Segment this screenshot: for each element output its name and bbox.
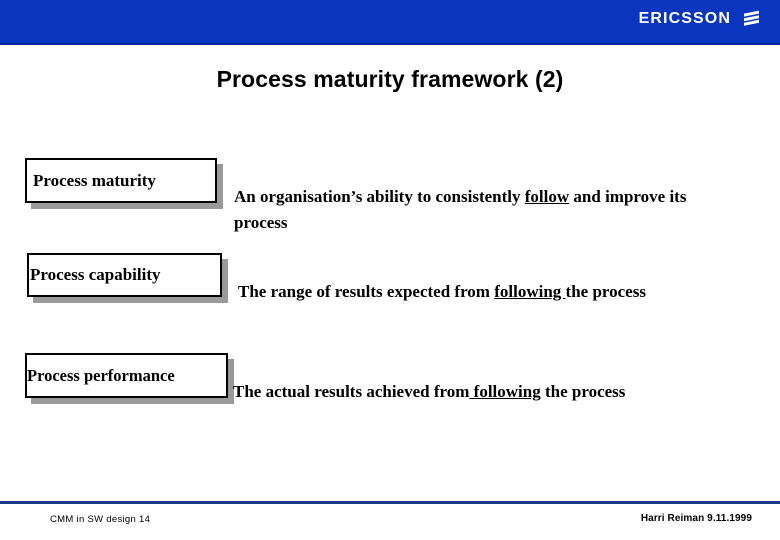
term-label: Process maturity <box>33 170 156 190</box>
definition-text: An organisation’s ability to consistentl… <box>234 184 704 236</box>
footer-deck-label: CMM in SW design 14 <box>50 514 151 525</box>
page-title: Process maturity framework (2) <box>216 66 564 92</box>
definition-post: the process <box>565 282 646 301</box>
ericsson-three-stripes-icon <box>740 8 762 30</box>
definition-pre: The actual results achieved from <box>233 382 470 401</box>
term-box-process-capability: Process capability <box>27 253 222 297</box>
definition-post: the process <box>540 382 626 401</box>
definition-underlined: following <box>494 282 566 301</box>
definition-text: The actual results achieved from followi… <box>233 379 683 405</box>
term-label: Process performance <box>27 365 175 385</box>
term-label: Process capability <box>30 265 161 284</box>
definition-underlined: following <box>469 382 541 401</box>
definition-text: The range of results expected from follo… <box>238 279 688 305</box>
definition-pre: The range of results expected from <box>238 282 495 301</box>
footer-divider <box>0 501 780 504</box>
footer-author-date: Harri Reiman 9.11.1999 <box>640 513 752 524</box>
definition-pre: An organisation’s ability to consistentl… <box>234 187 525 206</box>
header-band: ERICSSON <box>0 0 780 45</box>
definition-underlined: follow <box>524 187 570 206</box>
term-box-process-maturity: Process maturity <box>25 158 217 203</box>
ericsson-brand: ERICSSON <box>639 8 762 30</box>
term-box-process-performance: Process performance <box>25 353 228 398</box>
definition-list: Process maturity An organisation’s abili… <box>0 140 780 470</box>
brand-wordmark: ERICSSON <box>638 10 731 27</box>
